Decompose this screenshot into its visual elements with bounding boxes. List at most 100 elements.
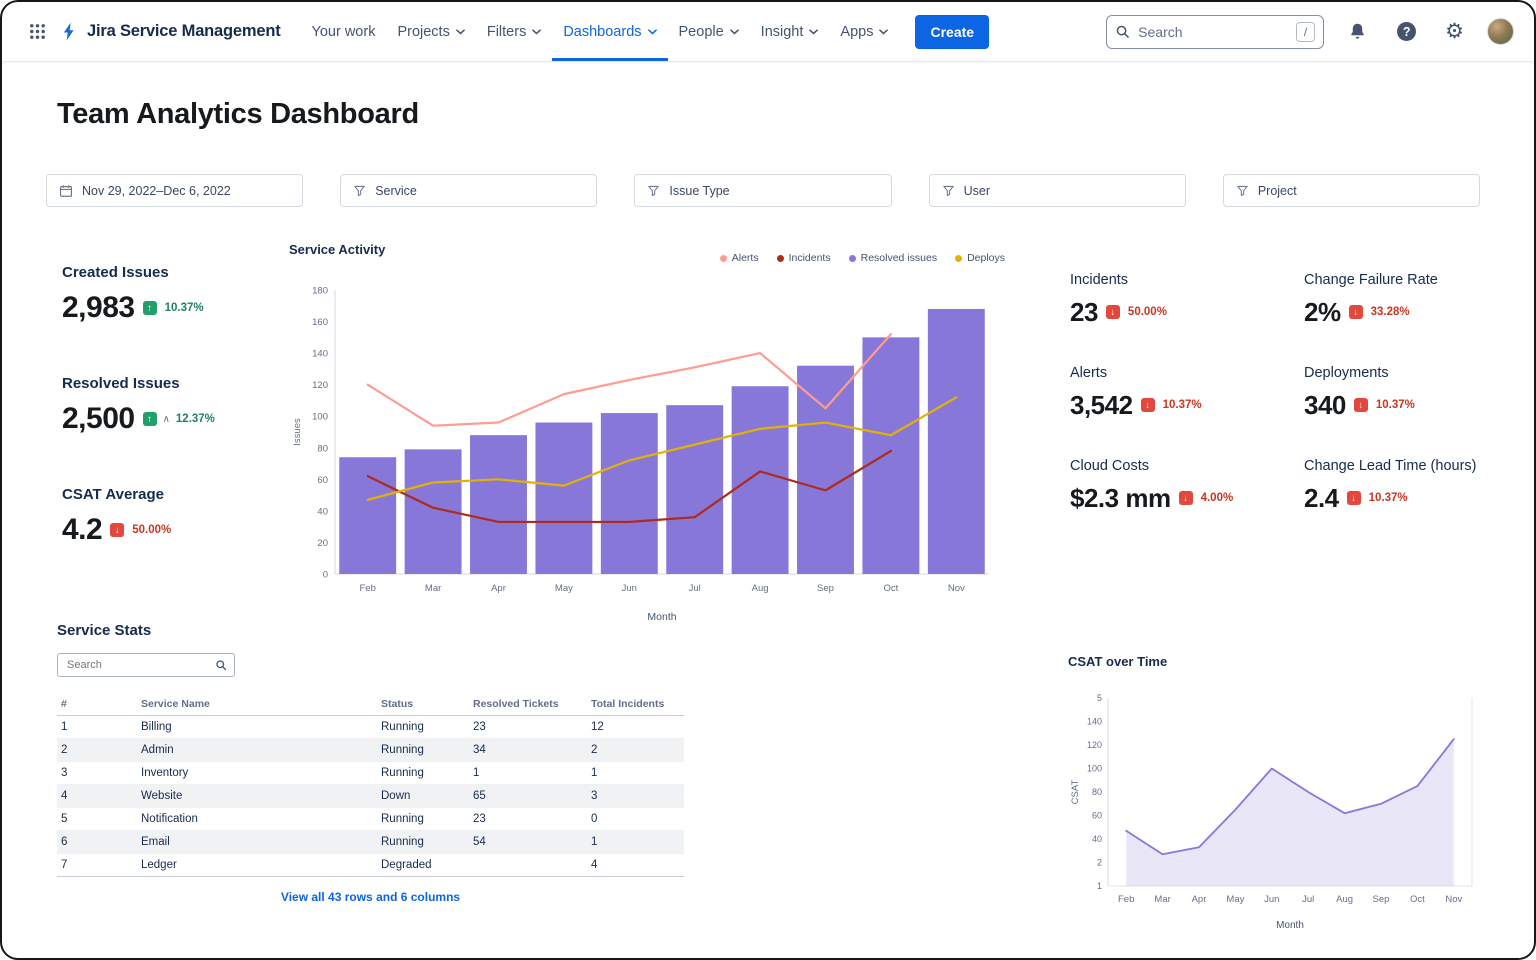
legend-dot-icon [720, 255, 727, 262]
table-cell: 23 [469, 808, 587, 831]
table-cell: 12 [587, 716, 684, 739]
table-cell: Inventory [137, 762, 377, 785]
table-cell [469, 854, 587, 877]
service-stats-title: Service Stats [57, 622, 684, 639]
nav-item-insight[interactable]: Insight [750, 2, 830, 61]
svg-text:140: 140 [312, 349, 328, 360]
kpi-created-issues: Created Issues 2,983 ↑ 10.37% [62, 264, 215, 323]
kpi-percent: 10.37% [1376, 399, 1415, 411]
notifications-button[interactable] [1341, 15, 1374, 48]
table-row-email[interactable]: 6EmailRunning541 [57, 831, 684, 854]
legend-item-alerts[interactable]: Alerts [720, 252, 759, 264]
help-button[interactable]: ? [1391, 16, 1422, 47]
kpi-title: CSAT Average [62, 486, 215, 503]
service-activity-panel: Service Activity Alerts Incidents Resolv… [289, 242, 1005, 634]
legend-item-resolved-issues[interactable]: Resolved issues [849, 252, 937, 264]
table-search-input[interactable] [65, 658, 209, 672]
kpi-cloud-costs: Cloud Costs $2.3 mm ↓ 4.00% [1070, 458, 1304, 511]
jira-dashboard-page: Jira Service Management Your work Projec… [0, 0, 1536, 960]
table-cell: 65 [469, 785, 587, 808]
left-kpi-column: Created Issues 2,983 ↑ 10.37% Resolved I… [62, 264, 215, 545]
kpi-percent: 50.00% [1128, 306, 1167, 318]
svg-text:40: 40 [317, 506, 328, 517]
table-row-admin[interactable]: 2AdminRunning342 [57, 739, 684, 762]
kpi-percent: 50.00% [132, 524, 171, 536]
kpi-title: Change Lead Time (hours) [1304, 458, 1514, 474]
page-title: Team Analytics Dashboard [57, 98, 419, 131]
filter-icon [647, 184, 660, 197]
legend-item-incidents[interactable]: Incidents [777, 252, 831, 264]
column-header-resolved-tickets: Resolved Tickets [469, 693, 587, 716]
service-activity-chart: 020406080100120140160180FebMarAprMayJunJ… [289, 274, 1005, 626]
legend-dot-icon [955, 255, 962, 262]
column-header-total-incidents: Total Incidents [587, 693, 684, 716]
global-search-input[interactable]: Search / [1106, 15, 1324, 49]
view-all-link[interactable]: View all 43 rows and 6 columns [57, 890, 684, 904]
svg-text:140: 140 [1087, 717, 1102, 727]
trend-down-badge-icon: ↓ [1179, 491, 1193, 505]
table-row-notification[interactable]: 5NotificationRunning230 [57, 808, 684, 831]
kpi-csat-average: CSAT Average 4.2 ↓ 50.00% [62, 486, 215, 545]
nav-item-your-work[interactable]: Your work [301, 2, 387, 61]
search-placeholder: Search [1138, 24, 1288, 40]
nav-item-label: Projects [397, 24, 449, 40]
legend-label: Deploys [967, 252, 1005, 264]
nav-item-filters[interactable]: Filters [476, 2, 552, 61]
create-button[interactable]: Create [915, 15, 989, 49]
svg-text:Oct: Oct [1410, 894, 1425, 905]
kpi-value: 2,983 [62, 293, 135, 323]
table-row-billing[interactable]: 1BillingRunning2312 [57, 716, 684, 739]
svg-text:Month: Month [1276, 920, 1304, 931]
top-navbar: Jira Service Management Your work Projec… [2, 2, 1534, 62]
table-cell: Notification [137, 808, 377, 831]
table-row-ledger[interactable]: 7LedgerDegraded4 [57, 854, 684, 877]
kpi-title: Cloud Costs [1070, 458, 1304, 474]
svg-text:60: 60 [1092, 811, 1102, 821]
table-cell: Billing [137, 716, 377, 739]
app-switcher-button[interactable] [22, 16, 53, 47]
filter-user[interactable]: User [929, 174, 1186, 207]
filter-date-range[interactable]: Nov 29, 2022–Dec 6, 2022 [46, 174, 303, 207]
svg-text:60: 60 [317, 475, 328, 486]
table-cell: 4 [57, 785, 137, 808]
legend-label: Resolved issues [861, 252, 937, 264]
table-cell: Running [377, 762, 469, 785]
nav-item-label: Your work [312, 24, 376, 40]
column-header-status: Status [377, 693, 469, 716]
legend-item-deploys[interactable]: Deploys [955, 252, 1005, 264]
nav-item-label: Filters [487, 24, 526, 40]
table-cell: 3 [587, 785, 684, 808]
kpi-value: $2.3 mm [1070, 485, 1171, 511]
nav-item-dashboards[interactable]: Dashboards [552, 2, 667, 61]
nav-item-projects[interactable]: Projects [386, 2, 475, 61]
svg-text:100: 100 [312, 412, 328, 423]
table-row-inventory[interactable]: 3InventoryRunning11 [57, 762, 684, 785]
table-row-website[interactable]: 4WebsiteDown653 [57, 785, 684, 808]
app-logo[interactable]: Jira Service Management [59, 21, 281, 42]
kpi-value: 2,500 [62, 404, 135, 434]
filter-project[interactable]: Project [1223, 174, 1480, 207]
svg-text:Mar: Mar [1154, 894, 1170, 905]
kpi-percent: 10.37% [165, 302, 204, 314]
table-cell: Email [137, 831, 377, 854]
user-avatar[interactable] [1487, 18, 1514, 45]
table-cell: 4 [587, 854, 684, 877]
table-cell: Running [377, 716, 469, 739]
kpi-percent: 33.28% [1371, 306, 1410, 318]
chevron-down-icon [879, 29, 888, 35]
service-stats-panel: Service Stats #Service NameStatusResolve… [57, 622, 684, 904]
kpi-value: 2.4 [1304, 485, 1339, 511]
table-cell: Down [377, 785, 469, 808]
table-header-row: #Service NameStatusResolved TicketsTotal… [57, 693, 684, 716]
filter-issue-type[interactable]: Issue Type [634, 174, 891, 207]
filter-service[interactable]: Service [340, 174, 597, 207]
settings-button[interactable]: ⚙ [1439, 15, 1470, 48]
search-icon [215, 659, 227, 671]
nav-item-people[interactable]: People [668, 2, 750, 61]
primary-nav: Your work Projects Filters Dashboards Pe… [301, 2, 900, 61]
nav-item-apps[interactable]: Apps [829, 2, 899, 61]
kpi-value: 3,542 [1070, 392, 1133, 418]
filter-label: Issue Type [669, 184, 729, 198]
table-search[interactable] [57, 653, 235, 677]
filter-icon [353, 184, 366, 197]
